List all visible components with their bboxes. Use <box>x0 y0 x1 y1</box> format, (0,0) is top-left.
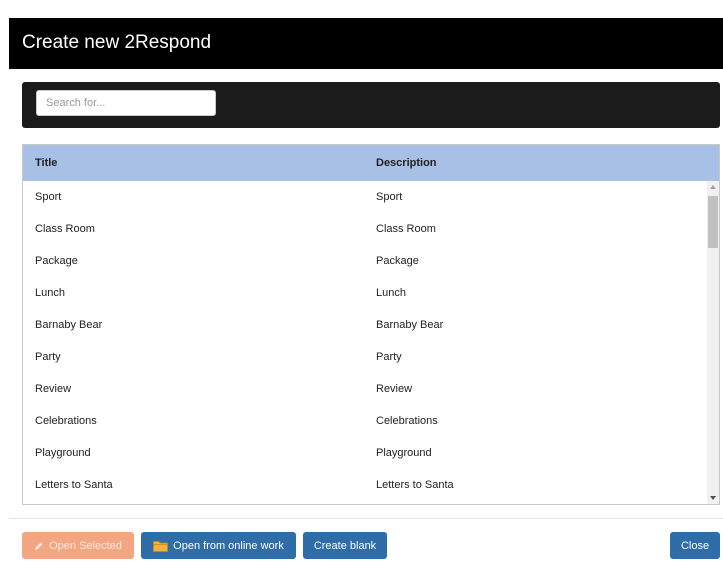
table-body: Sport Sport Class Room Class Room Packag… <box>23 181 707 504</box>
folder-icon <box>153 540 169 552</box>
row-title: Review <box>35 383 72 395</box>
row-title: Package <box>35 255 78 267</box>
row-title: Sport <box>35 191 62 203</box>
row-title: Class Room <box>35 223 95 235</box>
column-header-description[interactable]: Description <box>376 157 437 169</box>
table-row[interactable]: Lunch Lunch <box>23 277 707 309</box>
row-title: Party <box>35 351 61 363</box>
row-title: Letters to Santa <box>35 479 113 491</box>
row-description: Celebrations <box>376 415 438 427</box>
table-row[interactable]: Playground Playground <box>23 437 707 469</box>
footer-divider <box>9 518 723 519</box>
row-description: Letters to Santa <box>376 479 454 491</box>
backdrop-top <box>0 0 723 18</box>
row-description: Sport <box>376 191 403 203</box>
scroll-down-arrow-icon[interactable] <box>710 496 716 500</box>
row-description: Package <box>376 255 419 267</box>
row-title: Playground <box>35 447 91 459</box>
table-header: Title Description <box>23 145 719 181</box>
scrollbar-thumb[interactable] <box>708 196 718 248</box>
templates-table: Title Description Sport Sport Class Room… <box>22 144 720 505</box>
row-description: Party <box>376 351 402 363</box>
row-title: Celebrations <box>35 415 97 427</box>
search-input[interactable] <box>36 90 216 116</box>
row-description: Class Room <box>376 223 436 235</box>
table-row[interactable]: Celebrations Celebrations <box>23 405 707 437</box>
open-selected-button[interactable]: Open Selected <box>22 532 134 559</box>
open-selected-label: Open Selected <box>49 539 122 552</box>
pencil-icon <box>35 541 43 550</box>
search-bar <box>22 82 720 128</box>
row-description: Lunch <box>376 287 406 299</box>
row-description: Playground <box>376 447 432 459</box>
open-from-online-work-label: Open from online work <box>173 539 284 552</box>
row-description: Review <box>376 383 413 395</box>
table-row[interactable]: Party Party <box>23 341 707 373</box>
scroll-up-arrow-icon[interactable] <box>710 185 716 189</box>
table-row[interactable]: Barnaby Bear Barnaby Bear <box>23 309 707 341</box>
table-row[interactable]: Package Package <box>23 245 707 277</box>
column-header-title[interactable]: Title <box>35 157 57 169</box>
table-row[interactable]: Class Room Class Room <box>23 213 707 245</box>
table-scrollbar[interactable] <box>707 181 719 504</box>
dialog-title: Create new 2Respond <box>22 32 212 53</box>
row-title: Lunch <box>35 287 65 299</box>
table-row[interactable]: Letters to Santa Letters to Santa <box>23 469 707 501</box>
table-row[interactable]: Sport Sport <box>23 181 707 213</box>
close-button[interactable]: Close <box>670 532 720 559</box>
create-blank-button[interactable]: Create blank <box>303 532 387 559</box>
dialog-header: Create new 2Respond <box>9 18 723 69</box>
row-description: Barnaby Bear <box>376 319 444 331</box>
table-row[interactable]: Review Review <box>23 373 707 405</box>
open-from-online-work-button[interactable]: Open from online work <box>141 532 296 559</box>
row-title: Barnaby Bear <box>35 319 103 331</box>
backdrop-left <box>0 18 9 565</box>
create-2respond-dialog: Create new 2Respond Title Description Sp… <box>9 18 723 565</box>
